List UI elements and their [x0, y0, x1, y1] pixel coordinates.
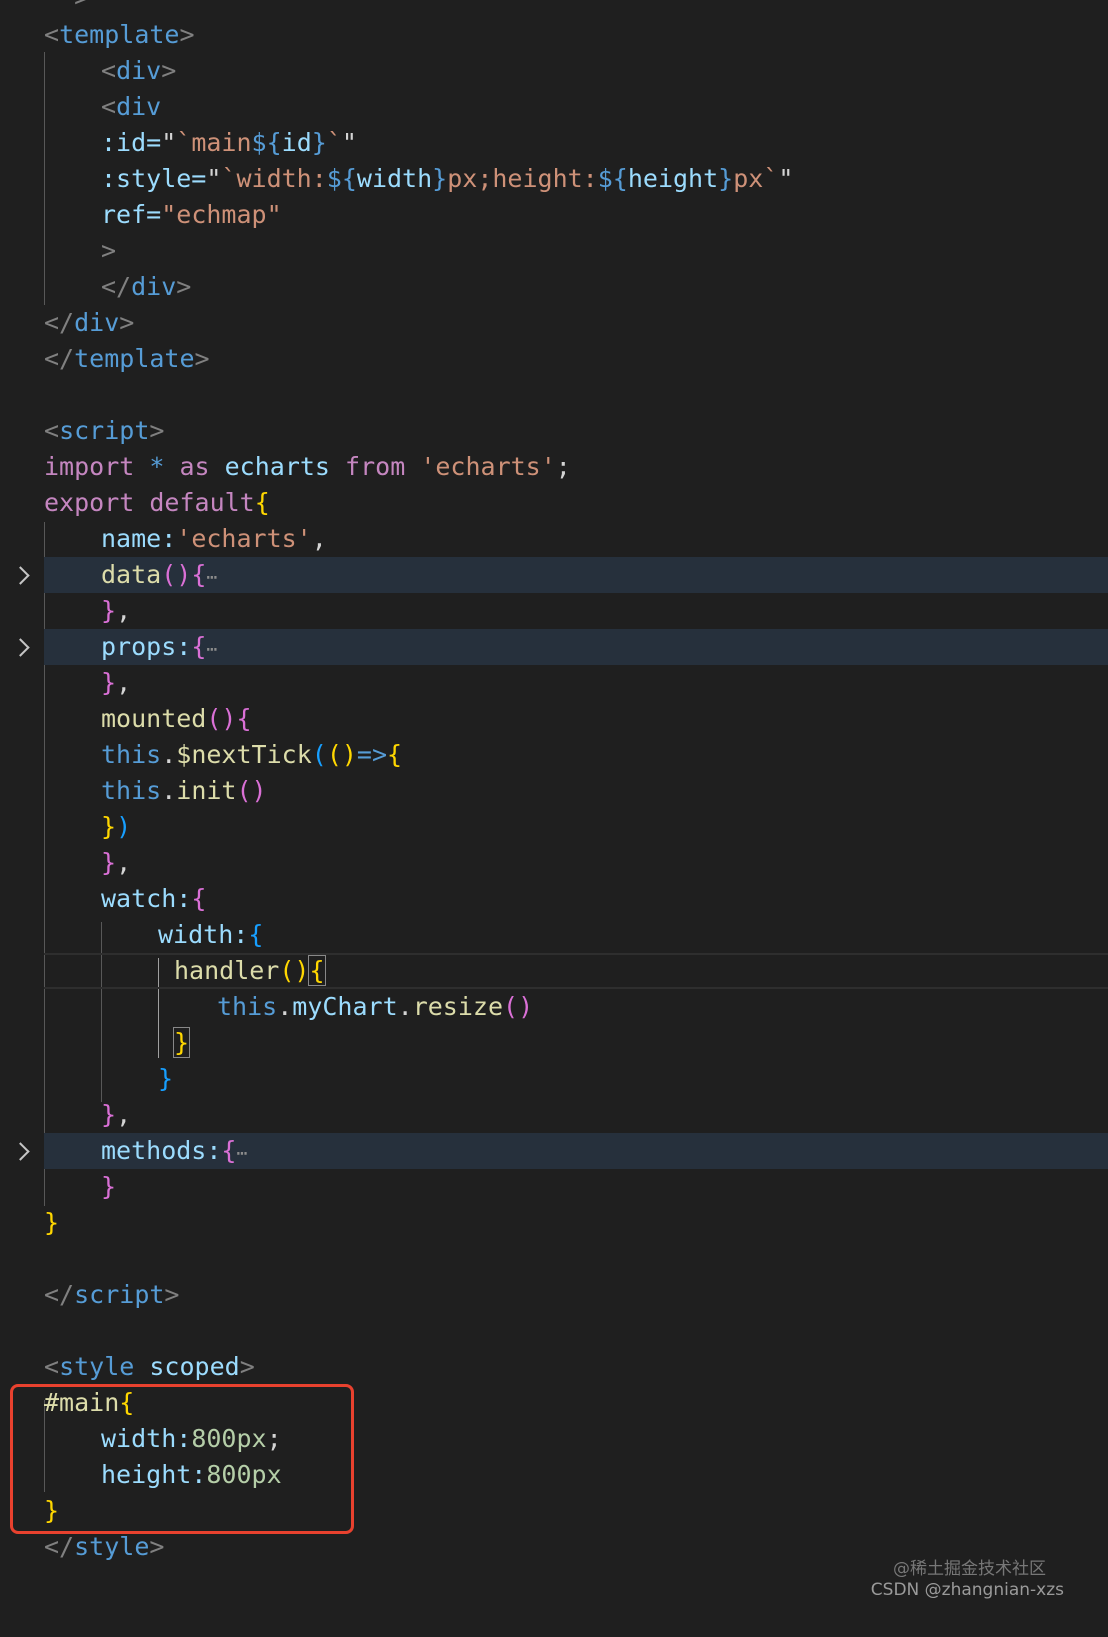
code-text: this.myChart.resize()	[217, 992, 534, 1021]
code-line[interactable]: ref="echmap"	[0, 197, 1108, 233]
code-line[interactable]: :id="`main${id}`"	[0, 125, 1108, 161]
code-line[interactable]: <div	[0, 89, 1108, 125]
code-line[interactable]: </template>	[0, 341, 1108, 377]
code-text: <div	[101, 92, 162, 121]
code-text: :style="`width:${width}px;height:${heigh…	[101, 164, 794, 193]
code-text: -->	[44, 0, 89, 16]
code-line[interactable]: }	[0, 1025, 1108, 1061]
code-line-current[interactable]: handler(){	[44, 953, 1108, 989]
code-line[interactable]: >	[0, 233, 1108, 269]
code-text: :id="`main${id}`"	[101, 128, 357, 157]
code-line[interactable]: </script>	[0, 1277, 1108, 1313]
code-text: ref="echmap"	[101, 200, 282, 229]
code-text: watch:{	[101, 884, 207, 913]
code-line[interactable]: :style="`width:${width}px;height:${heigh…	[0, 161, 1108, 197]
code-text: }	[44, 1208, 60, 1237]
code-line[interactable]: }	[0, 1205, 1108, 1241]
code-text: }	[158, 1064, 174, 1093]
code-line[interactable]: </div>	[0, 269, 1108, 305]
code-text: >	[101, 236, 117, 265]
code-text: this.init()	[101, 776, 267, 805]
code-line[interactable]: import * as echarts from 'echarts';	[0, 449, 1108, 485]
code-text: props:{⋯	[101, 632, 218, 661]
code-line[interactable]: },	[0, 665, 1108, 701]
code-text: import * as echarts from 'echarts';	[44, 452, 571, 481]
watermark-juejin: @稀土掘金技术社区	[893, 1559, 1046, 1579]
code-line[interactable]: watch:{	[0, 881, 1108, 917]
code-line-folded[interactable]: methods:{⋯	[44, 1133, 1108, 1169]
annotation-highlight-box	[10, 1384, 354, 1534]
code-line[interactable]: }	[0, 1169, 1108, 1205]
code-line[interactable]: <template>	[0, 17, 1108, 53]
code-text: width:{	[158, 920, 264, 949]
code-text: </script>	[44, 1280, 180, 1309]
code-line-folded[interactable]: props:{⋯	[44, 629, 1108, 665]
code-text: </style>	[44, 1532, 165, 1561]
code-text: </div>	[44, 308, 135, 337]
code-text: </div>	[101, 272, 192, 301]
bracket-match-close: }	[172, 1027, 191, 1058]
code-line[interactable]: mounted(){	[0, 701, 1108, 737]
code-line[interactable]: },	[0, 845, 1108, 881]
code-text: data(){⋯	[101, 560, 218, 589]
code-line[interactable]: this.$nextTick(()=>{	[0, 737, 1108, 773]
code-text: },	[101, 1100, 132, 1129]
code-line[interactable]: name:'echarts',	[0, 521, 1108, 557]
code-line[interactable]: <style scoped>	[0, 1349, 1108, 1385]
code-line[interactable]: width:{	[0, 917, 1108, 953]
code-text: mounted(){	[101, 704, 252, 733]
code-line[interactable]: export default{	[0, 485, 1108, 521]
code-text: <div>	[101, 56, 177, 85]
code-text: }	[101, 1172, 117, 1201]
code-text: })	[101, 812, 132, 841]
code-text: <style scoped>	[44, 1352, 255, 1381]
code-text: <script>	[44, 416, 165, 445]
code-text: }	[172, 1025, 191, 1061]
code-editor[interactable]: --> <template> <div> <div :id="`main${id…	[0, 0, 1108, 1610]
code-line[interactable]: },	[0, 1097, 1108, 1133]
code-line[interactable]: },	[0, 593, 1108, 629]
code-text: name:'echarts',	[101, 524, 327, 553]
watermark-csdn: CSDN @zhangnian-xzs	[870, 1580, 1064, 1600]
code-line[interactable]: </div>	[0, 305, 1108, 341]
code-line[interactable]: -->	[0, 0, 1108, 16]
code-text: },	[101, 848, 132, 877]
code-text: <template>	[44, 20, 195, 49]
code-line[interactable]: this.myChart.resize()	[0, 989, 1108, 1025]
bracket-match-open: {	[308, 955, 326, 986]
code-text: this.$nextTick(()=>{	[101, 740, 403, 769]
code-text: export default{	[44, 488, 270, 517]
code-text: },	[101, 596, 132, 625]
code-line[interactable]: this.init()	[0, 773, 1108, 809]
code-line-folded[interactable]: data(){⋯	[44, 557, 1108, 593]
code-line[interactable]: <script>	[0, 413, 1108, 449]
code-line[interactable]: })	[0, 809, 1108, 845]
code-text: handler(){	[174, 955, 326, 986]
code-line[interactable]: <div>	[0, 53, 1108, 89]
code-text: },	[101, 668, 132, 697]
code-text: methods:{⋯	[101, 1136, 248, 1165]
code-line[interactable]: }	[0, 1061, 1108, 1097]
code-text: </template>	[44, 344, 210, 373]
